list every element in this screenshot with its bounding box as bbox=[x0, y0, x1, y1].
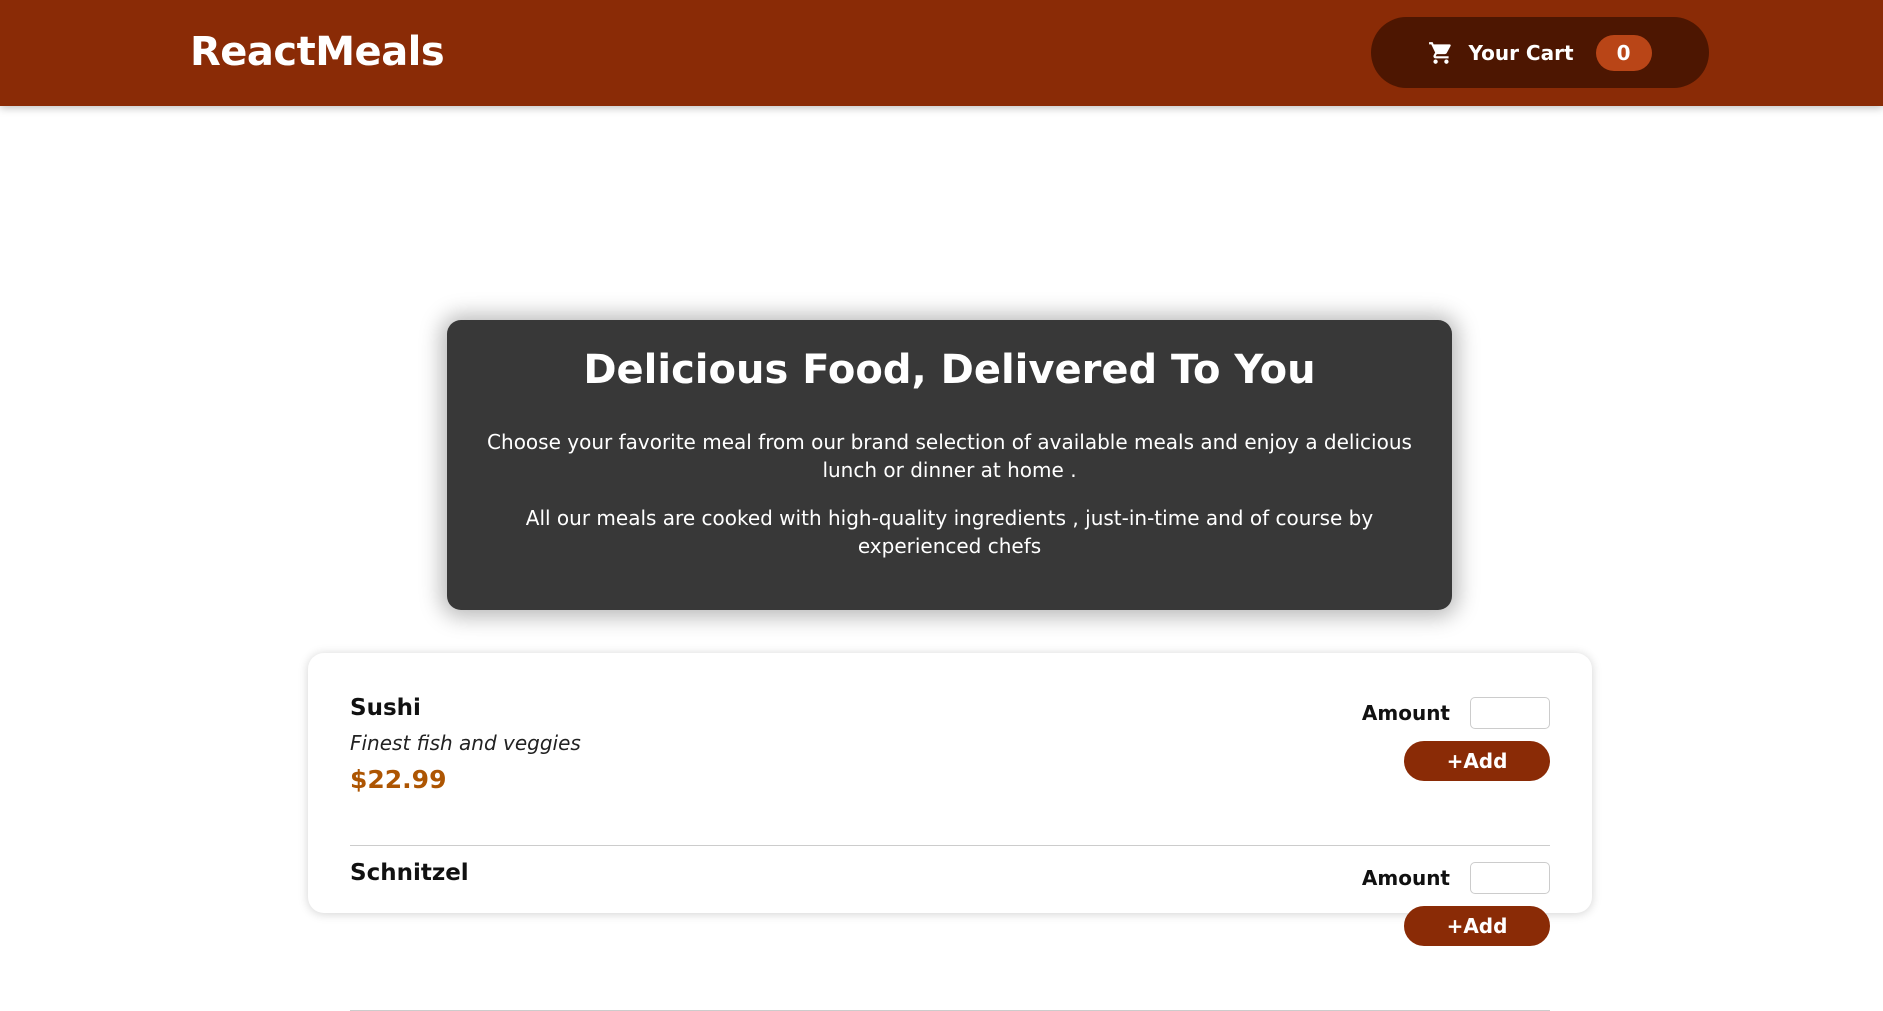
meal-add-form: Amount +Add bbox=[1350, 862, 1550, 946]
app-header: ReactMeals Your Cart 0 bbox=[0, 0, 1883, 106]
meal-add-form: Amount +Add bbox=[1350, 697, 1550, 781]
meal-list: Sushi Finest fish and veggies $22.99 Amo… bbox=[350, 695, 1550, 1011]
amount-row: Amount bbox=[1350, 862, 1550, 894]
summary-paragraph: Choose your favorite meal from our brand… bbox=[487, 430, 1412, 482]
summary-paragraph: All our meals are cooked with high-quali… bbox=[525, 506, 1374, 558]
cart-button[interactable]: Your Cart 0 bbox=[1371, 17, 1709, 88]
meal-item-schnitzel: Schnitzel Amount +Add bbox=[350, 860, 1550, 1011]
cart-label: Your Cart bbox=[1468, 40, 1574, 65]
app-logo: ReactMeals bbox=[190, 29, 445, 75]
amount-label: Amount bbox=[1361, 701, 1450, 725]
meal-item-sushi: Sushi Finest fish and veggies $22.99 Amo… bbox=[350, 695, 1550, 846]
cart-count-badge: 0 bbox=[1595, 34, 1652, 71]
available-meals-card: Sushi Finest fish and veggies $22.99 Amo… bbox=[308, 653, 1592, 1011]
amount-input[interactable] bbox=[1470, 862, 1550, 894]
meals-summary: Delicious Food, Delivered To You Choose … bbox=[447, 320, 1452, 610]
cart-icon bbox=[1428, 40, 1454, 66]
amount-input[interactable] bbox=[1470, 697, 1550, 729]
amount-row: Amount bbox=[1350, 697, 1550, 729]
add-to-cart-button[interactable]: +Add bbox=[1404, 906, 1550, 946]
add-to-cart-button[interactable]: +Add bbox=[1404, 741, 1550, 781]
summary-title: Delicious Food, Delivered To You bbox=[583, 347, 1316, 393]
amount-label: Amount bbox=[1361, 866, 1450, 890]
